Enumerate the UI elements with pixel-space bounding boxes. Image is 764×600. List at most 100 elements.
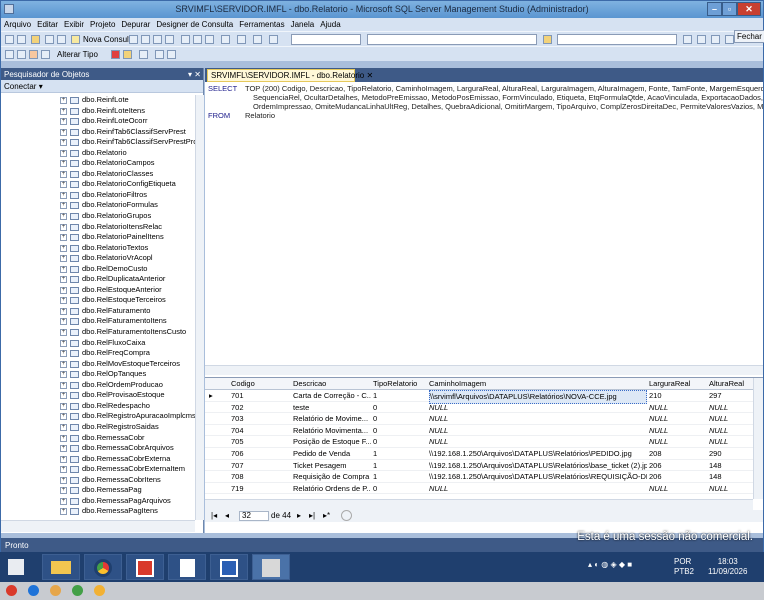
connect-button[interactable]: Conectar [4, 82, 36, 91]
tree-node[interactable]: + dbo.Relatorio [1, 148, 195, 159]
tree-node[interactable]: + dbo.RemessaPagItens [1, 506, 195, 517]
tree-node[interactable]: + dbo.RelOrdemProducao [1, 380, 195, 391]
previous-record-button[interactable]: ◂ [225, 511, 229, 520]
grid-cell[interactable]: 1 [373, 471, 427, 483]
grid-cell[interactable]: NULL [429, 402, 647, 414]
connect-dropdown-icon[interactable]: ▾ [36, 82, 43, 91]
tree-node[interactable]: + dbo.RelFaturamentoItens [1, 316, 195, 327]
grid-cell[interactable]: NULL [649, 436, 707, 448]
expand-icon[interactable]: + [60, 118, 67, 126]
grid-cell[interactable]: NULL [429, 425, 647, 437]
results-grid[interactable]: Codigo Descricao TipoRelatorio CaminhoImage… [205, 378, 753, 499]
expand-icon[interactable]: + [60, 170, 67, 178]
grid-cell[interactable]: 208 [649, 448, 707, 460]
file-explorer-taskbar-icon[interactable] [42, 554, 80, 580]
expand-icon[interactable]: + [60, 255, 67, 263]
expand-icon[interactable]: + [60, 307, 67, 315]
expand-icon[interactable]: + [60, 360, 67, 368]
maximize-button[interactable]: ▫ [722, 2, 737, 16]
expand-icon[interactable]: + [60, 107, 67, 115]
expand-icon[interactable]: + [60, 445, 67, 453]
menu-exibir[interactable]: Exibir [61, 18, 87, 29]
expand-icon[interactable]: + [60, 402, 67, 410]
grid-cell[interactable]: NULL [709, 483, 753, 495]
column-header[interactable]: Descricao [293, 378, 371, 390]
expand-icon[interactable]: + [60, 276, 67, 284]
expand-icon[interactable]: + [60, 381, 67, 389]
expand-icon[interactable]: + [60, 455, 67, 463]
tree-node[interactable]: + dbo.ReinfLote [1, 95, 195, 106]
tree-node[interactable]: + dbo.RelatorioPainelItens [1, 232, 195, 243]
redo-icon[interactable] [237, 35, 246, 44]
grid-cell[interactable]: 290 [709, 448, 753, 460]
tray-icons[interactable]: ▴ ◐ ◍ ◈ ◆ ■ [588, 560, 632, 569]
grid-cell[interactable]: 1 [373, 460, 427, 472]
platform-combo[interactable] [367, 34, 537, 45]
add-item-icon[interactable] [17, 35, 26, 44]
expand-icon[interactable]: + [60, 350, 67, 358]
pin-icon[interactable]: ▾ ✕ [188, 70, 201, 79]
grid-cell[interactable]: 206 [649, 471, 707, 483]
query-type-icon[interactable] [129, 35, 138, 44]
expand-icon[interactable]: + [60, 223, 67, 231]
table-row[interactable]: 704 Relatório Movimenta... 0 NULL NULL NULL [205, 425, 753, 437]
tab-dbo-relatorio[interactable]: SRVIMFL\SERVIDOR.IMFL - dbo.Relatorio ✕ [207, 69, 373, 82]
new-project-icon[interactable] [5, 35, 14, 44]
grid-cell[interactable]: NULL [429, 436, 647, 448]
stop-icon[interactable] [341, 510, 352, 521]
table-row[interactable]: 706 Pedido de Venda 1 \\192.168.1.250\Arqui… [205, 448, 753, 460]
add-derived-icon[interactable] [167, 50, 176, 59]
column-header[interactable]: CaminhoImagem [429, 378, 647, 390]
grid-cell[interactable]: 0 [373, 413, 427, 425]
tree-node[interactable]: + dbo.RelatorioFiltros [1, 190, 195, 201]
expand-icon[interactable]: + [60, 234, 67, 242]
grid-cell[interactable]: 707 [231, 460, 291, 472]
grid-cell[interactable]: 1 [373, 390, 427, 402]
tree-node[interactable]: + dbo.ReinfLoteItens [1, 106, 195, 117]
chrome-taskbar-icon[interactable] [84, 554, 122, 580]
tree-node[interactable]: + dbo.ReinfTab6ClassifServPrest [1, 127, 195, 138]
solution-explorer-icon[interactable] [683, 35, 692, 44]
add-table-icon[interactable] [155, 50, 164, 59]
table-row[interactable]: 702 teste 0 NULL NULL NULL [205, 402, 753, 414]
tree-node[interactable]: + dbo.RelEstoqueAnterior [1, 285, 195, 296]
save-all-icon[interactable] [57, 35, 66, 44]
tray-language[interactable]: POR PTB2 [674, 557, 694, 577]
tree-node[interactable]: + dbo.RemessaCobr [1, 433, 195, 444]
expand-icon[interactable]: + [60, 128, 67, 136]
find-combo[interactable] [557, 34, 677, 45]
tree-node[interactable]: + dbo.RelatorioGrupos [1, 211, 195, 222]
query-type-2-icon[interactable] [141, 35, 150, 44]
expand-icon[interactable]: + [60, 244, 67, 252]
tree-node[interactable]: + dbo.RelRedespacho [1, 401, 195, 412]
tree-node[interactable]: + dbo.ReinfLoteOcorr [1, 116, 195, 127]
tree-node[interactable]: + dbo.RelFaturamentoItensCusto [1, 327, 195, 338]
pen-icon[interactable] [50, 585, 61, 596]
verify-sql-icon[interactable] [123, 50, 132, 59]
minimize-button[interactable]: – [707, 2, 722, 16]
tree-node[interactable]: + dbo.RelatorioItensRelac [1, 222, 195, 233]
teamviewer-icon[interactable] [28, 585, 39, 596]
tree-node[interactable]: + dbo.RelOpTanques [1, 369, 195, 380]
expand-icon[interactable]: + [60, 286, 67, 294]
grid-cell[interactable]: Carta de Correção - C... [293, 390, 371, 402]
expand-icon[interactable]: + [60, 371, 67, 379]
grid-cell[interactable]: 702 [231, 402, 291, 414]
find-icon[interactable] [543, 35, 552, 44]
column-header[interactable]: LarguraReal [649, 378, 707, 390]
show-sql-icon[interactable] [29, 50, 38, 59]
new-record-button[interactable]: ▸* [323, 511, 330, 520]
grid-cell[interactable]: Relatório de Movime... [293, 413, 371, 425]
expand-icon[interactable]: + [60, 160, 67, 168]
tree-node[interactable]: + dbo.RemessaCobrExterna [1, 454, 195, 465]
save-icon[interactable] [45, 35, 54, 44]
group-by-icon[interactable] [139, 50, 148, 59]
tree-node[interactable]: + dbo.RemessaCobrItens [1, 475, 195, 486]
expand-icon[interactable]: + [60, 97, 67, 104]
explorer-horizontal-scrollbar[interactable] [1, 520, 195, 532]
menu-editar[interactable]: Editar [34, 18, 61, 29]
grid-cell[interactable]: 1 [373, 448, 427, 460]
tree-node[interactable]: + dbo.RemessaCobrExternaItem [1, 464, 195, 475]
expand-icon[interactable]: + [60, 339, 67, 347]
grid-cell[interactable]: 0 [373, 436, 427, 448]
